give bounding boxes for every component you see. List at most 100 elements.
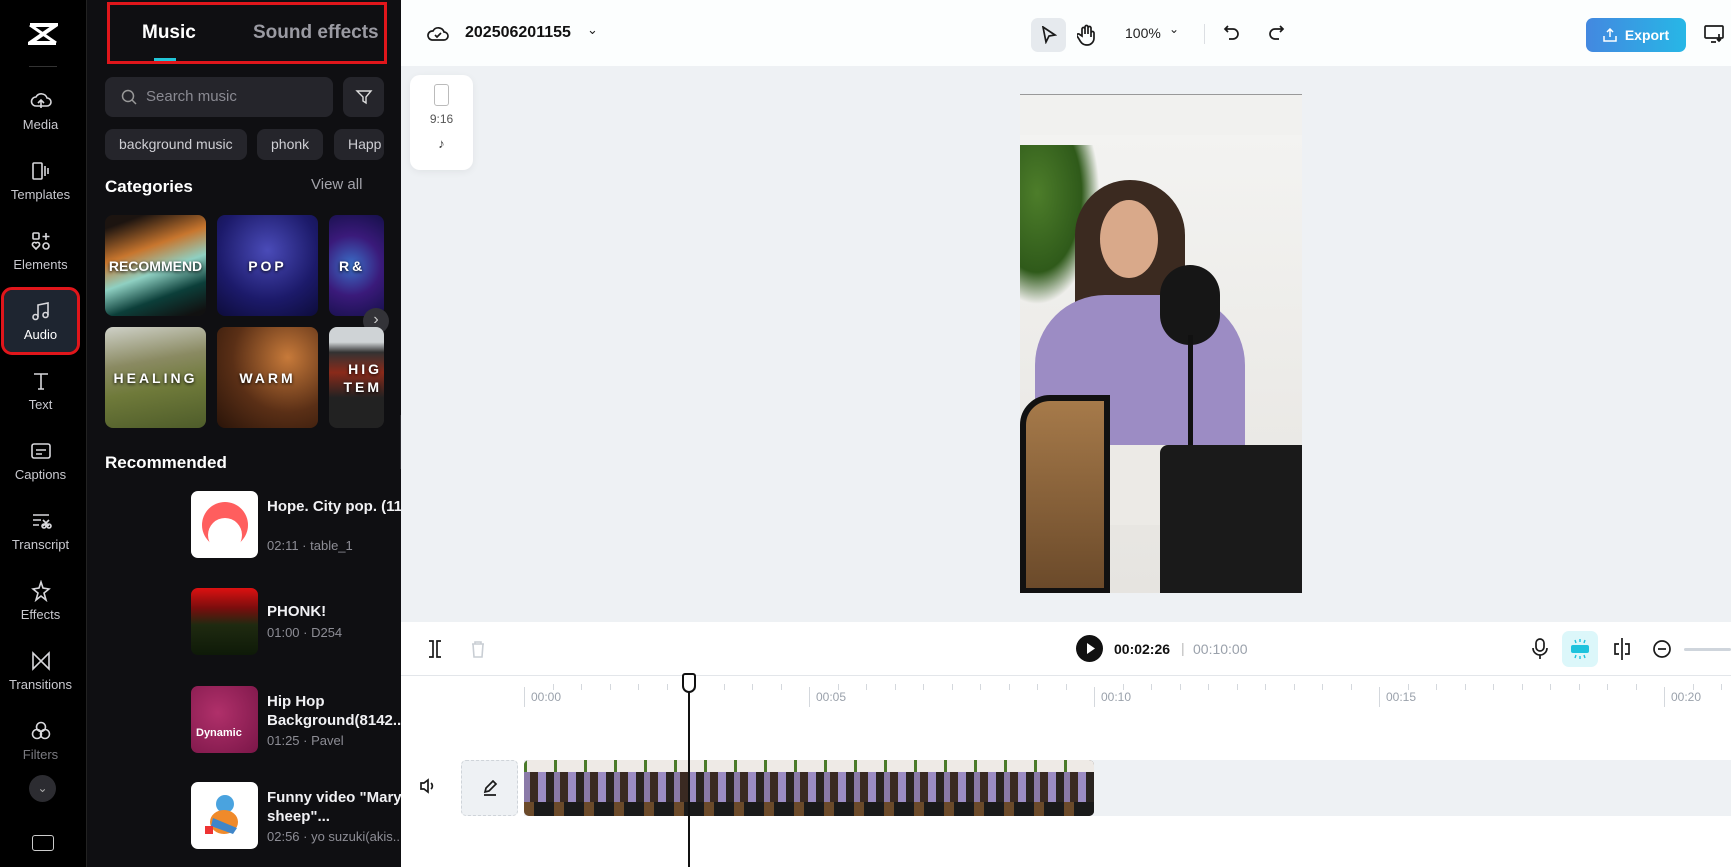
nav-item-label: Text [28,397,53,412]
capcut-logo[interactable] [23,22,63,46]
current-time: 00:02:26 [1114,641,1171,657]
left-nav: Media Templates Elements Audio Text Captions T… [0,0,86,867]
ruler-tick [1179,684,1181,690]
ruler-tick [1350,684,1352,690]
video-clip[interactable] [524,760,1094,816]
divider [29,66,57,67]
track-badge: Dynamic [196,727,242,739]
nav-item-label: Templates [10,187,71,202]
nav-item-elements[interactable]: Elements [4,220,77,282]
filters-icon [31,721,50,740]
nav-item-text[interactable]: Text [4,360,77,422]
ruler-tick [894,684,896,690]
search-icon [121,89,137,105]
tab-music[interactable]: Music [142,22,196,44]
monitor-download-icon[interactable] [1704,25,1724,43]
ruler-tick [638,684,639,690]
timeline-zoom-slider[interactable] [1684,648,1731,651]
track-thumbnail [191,588,258,655]
effects-icon [30,580,51,602]
project-title[interactable]: 202506201155 [465,24,571,42]
ruler-tick [1065,684,1067,690]
hand-tool-icon[interactable] [1077,24,1097,46]
zoom-chevron-icon[interactable]: ⌄ [1169,22,1179,36]
undo-icon[interactable] [1223,24,1241,42]
nav-item-media[interactable]: Media [4,80,77,142]
track-thumbnail [191,491,258,558]
cloud-upload-icon [30,93,52,108]
nav-item-label: Filters [22,747,59,762]
aspect-ratio-card[interactable]: 9:16 ♪ [410,75,473,170]
redo-icon[interactable] [1267,24,1285,42]
playhead[interactable] [681,673,696,867]
microphone-icon[interactable] [1532,638,1548,660]
zoom-out-icon[interactable] [1652,639,1672,659]
time-ruler[interactable]: 00:00 00:05 00:10 00:15 00:20 [401,676,1731,710]
nav-item-transcript[interactable]: Transcript [4,500,77,562]
ruler-tick [552,684,554,690]
zoom-level-dropdown[interactable]: 100% [1125,25,1161,41]
playhead-handle[interactable] [681,673,696,693]
play-button[interactable] [1076,635,1103,662]
nav-item-effects[interactable]: Effects [4,570,77,632]
video-preview[interactable] [1020,94,1302,593]
tab-active-indicator [154,58,176,61]
nav-item-captions[interactable]: Captions [4,430,77,492]
ruler-tick [1635,684,1637,690]
category-warm[interactable]: WARM [217,327,318,428]
category-recommend[interactable]: RECOMMEND [105,215,206,316]
category-high-tempo[interactable]: HIG TEM [329,327,384,428]
nav-item-label: Transcript [11,537,70,552]
ruler-tick [1322,684,1323,690]
export-button[interactable]: Export [1586,18,1686,52]
total-time: 00:10:00 [1193,641,1248,657]
aspect-ratio-icon [434,84,449,106]
view-all-link[interactable]: View all [311,176,362,193]
nav-item-label: Elements [13,257,68,272]
select-tool-button[interactable] [1031,18,1066,52]
filter-button[interactable] [343,77,384,117]
nav-item-filters[interactable]: Filters [4,710,77,772]
ruler-label: 00:00 [524,687,561,707]
chip-happy[interactable]: Happ [334,129,384,160]
ruler-tick [1521,684,1523,690]
text-icon [33,373,48,390]
category-pop[interactable]: POP [217,215,318,316]
chip-background-music[interactable]: background music [105,129,247,160]
ruler-tick [1008,684,1010,690]
delete-icon[interactable] [470,639,486,659]
edit-cover-button[interactable] [461,760,518,816]
category-healing[interactable]: HEALING [105,327,206,428]
ruler-tick [1692,684,1694,690]
track-volume-icon[interactable] [419,778,437,794]
ruler-tick [1122,684,1124,690]
music-note-icon [31,302,49,321]
chip-phonk[interactable]: phonk [257,129,324,160]
tab-sound-effects[interactable]: Sound effects [253,22,379,44]
search-placeholder: Search music [146,88,237,105]
ruler-tick [1208,684,1209,690]
category-rnb[interactable]: R& [329,215,384,316]
ruler-tick [866,684,867,690]
ruler-tick [1607,684,1608,690]
keyboard-shortcuts-icon[interactable] [32,835,54,851]
ruler-label: 00:10 [1094,687,1131,707]
captions-icon [30,443,51,459]
recommended-heading: Recommended [105,453,227,472]
nav-item-transitions[interactable]: Transitions [4,640,77,702]
timeline-toolbar: 00:02:26 | 00:10:00 [401,622,1731,676]
track-meta: 02:56 · yo suzuki(akis... [267,829,404,844]
more-nav-button[interactable]: ⌄ [29,775,56,802]
search-input[interactable]: Search music [105,77,333,117]
ruler-label: 00:05 [809,687,846,707]
split-center-icon[interactable] [1612,637,1632,661]
auto-snap-button[interactable] [1562,631,1598,667]
nav-item-audio[interactable]: Audio [1,287,80,355]
nav-item-label: Effects [20,607,61,622]
laptop [1160,445,1302,593]
project-menu-chevron-icon[interactable]: ⌄ [587,22,598,38]
ruler-tick [1407,684,1409,690]
templates-icon [31,162,49,180]
split-clip-icon[interactable] [427,639,443,659]
nav-item-templates[interactable]: Templates [4,150,77,212]
